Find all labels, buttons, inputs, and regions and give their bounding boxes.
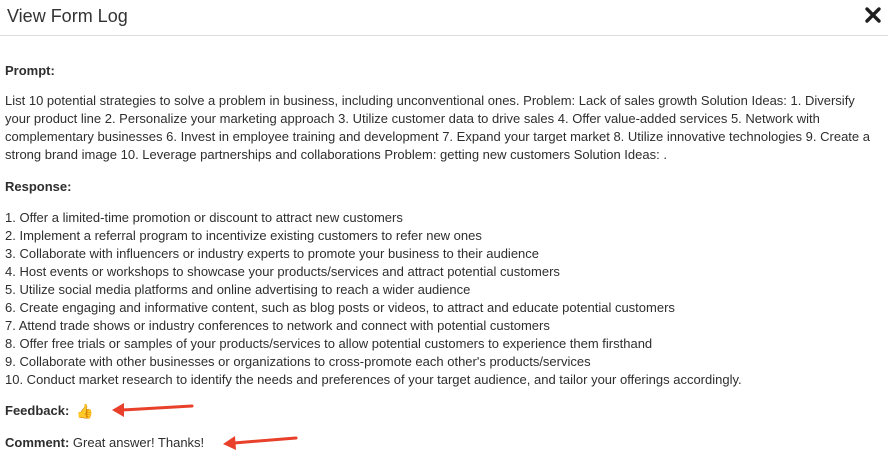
response-item: 8. Offer free trials or samples of your … [5,336,653,351]
feedback-annotation-arrow [112,403,194,417]
response-item: 1. Offer a limited-time promotion or dis… [5,210,403,225]
comment-label: Comment: [5,435,70,450]
thumbs-up-icon: 👍 [75,403,94,419]
comment-row: Comment: Great answer! Thanks! [5,434,204,452]
feedback-label: Feedback: [5,403,70,418]
prompt-text: List 10 potential strategies to solve a … [5,93,870,162]
response-item: 4. Host events or workshops to showcase … [5,264,560,279]
close-button[interactable] [864,6,882,24]
modal-header: View Form Log [0,0,888,36]
response-item: 7. Attend trade shows or industry confer… [5,318,550,333]
close-x-icon [865,7,881,23]
response-item: 3. Collaborate with influencers or indus… [5,246,540,261]
feedback-row: Feedback: 👍 [5,402,93,420]
response-item: 6. Create engaging and informative conte… [5,300,675,315]
response-item: 10. Conduct market research to identify … [5,372,742,387]
response-item: 5. Utilize social media platforms and on… [5,282,471,297]
comment-annotation-arrow [223,436,298,450]
response-item: 2. Implement a referral program to incen… [5,228,482,243]
modal-title: View Form Log [7,6,128,26]
comment-value: Great answer! Thanks! [72,435,205,450]
prompt-heading: Prompt: [5,63,55,78]
response-item: 9. Collaborate with other businesses or … [5,354,591,369]
response-list: 1. Offer a limited-time promotion or dis… [5,209,881,389]
response-heading: Response: [5,179,72,194]
